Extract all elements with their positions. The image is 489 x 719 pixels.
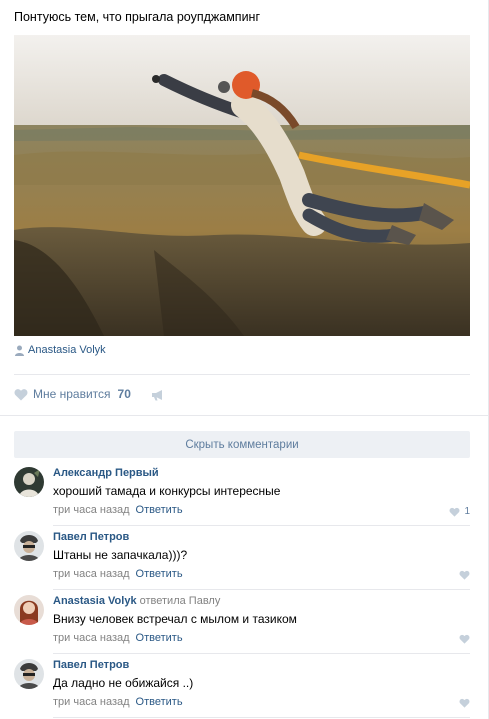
heart-icon xyxy=(459,698,470,708)
comment-text: Штаны не запачкала)))? xyxy=(53,548,188,562)
comment-meta: три часа назад Ответить xyxy=(53,568,183,580)
megaphone-icon[interactable] xyxy=(151,389,165,401)
comment: Anastasia Volyk ответила Павлу Внизу чел… xyxy=(14,590,470,654)
like-label: Мне нравится xyxy=(33,387,111,401)
divider xyxy=(53,717,470,718)
photo-author-name: Anastasia Volyk xyxy=(28,344,106,356)
reply-note: ответила Павлу xyxy=(139,595,221,607)
comment-time[interactable]: три часа назад xyxy=(53,504,130,516)
avatar[interactable] xyxy=(14,595,44,625)
comment-author: Anastasia Volyk ответила Павлу xyxy=(53,595,220,607)
post-photo[interactable] xyxy=(14,35,470,336)
divider xyxy=(0,415,488,416)
comment-time[interactable]: три часа назад xyxy=(53,568,130,580)
comment-time[interactable]: три часа назад xyxy=(53,632,130,644)
comment-meta: три часа назад Ответить xyxy=(53,632,183,644)
comment-time[interactable]: три часа назад xyxy=(53,696,130,708)
reply-button[interactable]: Ответить xyxy=(136,568,183,580)
comment-like-count: 1 xyxy=(464,506,470,517)
like-button[interactable]: Мне нравится 70 xyxy=(14,387,131,401)
heart-icon xyxy=(14,388,28,400)
comment-like-button[interactable]: 1 xyxy=(449,506,470,517)
heart-icon xyxy=(459,570,470,580)
comment-author[interactable]: Павел Петров xyxy=(53,531,129,543)
hide-comments-button[interactable]: Скрыть комментарии xyxy=(14,431,470,458)
comment-author-name[interactable]: Anastasia Volyk xyxy=(53,595,137,607)
reply-button[interactable]: Ответить xyxy=(136,696,183,708)
reply-button[interactable]: Ответить xyxy=(136,504,183,516)
comment: Павел Петров Да ладно не обижайся ..) тр… xyxy=(14,654,470,718)
divider xyxy=(14,374,470,375)
avatar[interactable] xyxy=(14,467,44,497)
post-container: Понтуюсь тем, что прыгала роупджампинг A… xyxy=(0,0,489,719)
comment: Александр Первый хороший тамада и конкур… xyxy=(14,462,470,526)
post-text: Понтуюсь тем, что прыгала роупджампинг xyxy=(14,10,261,24)
comment-author[interactable]: Павел Петров xyxy=(53,659,129,671)
comment-meta: три часа назад Ответить xyxy=(53,696,183,708)
person-icon xyxy=(15,345,24,356)
comment-text: хороший тамада и конкурсы интересные xyxy=(53,484,281,498)
like-count: 70 xyxy=(117,387,131,401)
bungee-jump-photo xyxy=(14,35,470,336)
comment-text: Внизу человек встречал с мылом и тазиком xyxy=(53,612,297,626)
comment-like-button[interactable] xyxy=(459,570,470,580)
heart-icon xyxy=(459,634,470,644)
comment-meta: три часа назад Ответить xyxy=(53,504,183,516)
comment: Павел Петров Штаны не запачкала)))? три … xyxy=(14,526,470,590)
comment-text: Да ладно не обижайся ..) xyxy=(53,676,194,690)
avatar[interactable] xyxy=(14,659,44,689)
comment-like-button[interactable] xyxy=(459,698,470,708)
reply-target[interactable]: Павлу xyxy=(189,595,221,607)
photo-author[interactable]: Anastasia Volyk xyxy=(14,344,106,356)
avatar[interactable] xyxy=(14,531,44,561)
comment-author[interactable]: Александр Первый xyxy=(53,467,159,479)
heart-icon xyxy=(449,507,460,517)
reply-button[interactable]: Ответить xyxy=(136,632,183,644)
comment-like-button[interactable] xyxy=(459,634,470,644)
